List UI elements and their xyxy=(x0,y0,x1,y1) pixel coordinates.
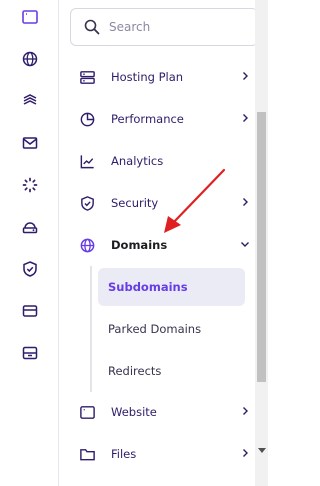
chevron-down-icon xyxy=(241,242,249,247)
sidebar-item-label: Hosting Plan xyxy=(111,70,184,84)
folder-icon xyxy=(78,445,96,463)
sidebar-item-files[interactable]: Files xyxy=(78,437,254,471)
sidebar-subitem-subdomains[interactable]: Subdomains xyxy=(98,268,245,306)
sidebar-subitem-label: Subdomains xyxy=(108,280,188,294)
scrollbar-thumb[interactable] xyxy=(257,112,266,382)
sidebar-item-label: Files xyxy=(111,447,137,461)
shield-check-icon xyxy=(78,194,96,212)
trend-chart-icon xyxy=(78,152,96,170)
card-icon[interactable] xyxy=(19,300,41,322)
sidebar-item-label: Performance xyxy=(111,112,184,126)
browser-window-icon[interactable] xyxy=(19,6,41,28)
sidebar-item-label: Website xyxy=(111,405,157,419)
pie-chart-icon xyxy=(78,110,96,128)
page-edge xyxy=(268,0,298,486)
sidebar-item-website[interactable]: Website xyxy=(78,395,254,429)
storage-box-icon[interactable] xyxy=(19,342,41,364)
search-box[interactable] xyxy=(70,8,258,46)
chevron-right-icon xyxy=(243,114,248,122)
sidebar-subitem-label: Redirects xyxy=(108,364,162,378)
sidebar-item-security[interactable]: Security xyxy=(78,186,254,220)
shield-icon[interactable] xyxy=(19,258,41,280)
globe-icon[interactable] xyxy=(19,48,41,70)
sidebar-item-label: Security xyxy=(111,196,159,210)
scroll-down-arrow-icon[interactable] xyxy=(258,448,266,453)
sidebar-item-label: Domains xyxy=(111,238,168,252)
submenu-guide-line xyxy=(90,266,92,392)
sidebar-item-performance[interactable]: Performance xyxy=(78,102,254,136)
sidebar-scrollbar[interactable] xyxy=(255,0,268,486)
chevron-right-icon xyxy=(243,72,248,80)
sidebar-item-analytics[interactable]: Analytics xyxy=(78,144,254,178)
sidebar-item-domains[interactable]: Domains xyxy=(78,228,254,262)
search-icon xyxy=(84,19,100,35)
sidebar-item-hosting-plan[interactable]: Hosting Plan xyxy=(78,60,254,94)
globe-icon xyxy=(78,236,96,254)
sidebar-subitem-label: Parked Domains xyxy=(108,322,202,336)
chevron-right-icon xyxy=(243,198,248,206)
search-input[interactable] xyxy=(109,20,249,34)
browser-window-icon xyxy=(78,403,96,421)
layers-icon[interactable] xyxy=(19,90,41,112)
sidebar-subitem-parked-domains[interactable]: Parked Domains xyxy=(98,310,245,348)
chevron-right-icon xyxy=(243,449,248,457)
mail-icon[interactable] xyxy=(19,132,41,154)
sidebar-subitem-redirects[interactable]: Redirects xyxy=(98,352,245,390)
cloud-drive-icon[interactable] xyxy=(19,216,41,238)
icon-rail xyxy=(0,0,59,486)
chevron-right-icon xyxy=(243,407,248,415)
sidebar-item-label: Analytics xyxy=(111,154,164,168)
server-icon xyxy=(78,68,96,86)
loader-icon[interactable] xyxy=(19,174,41,196)
